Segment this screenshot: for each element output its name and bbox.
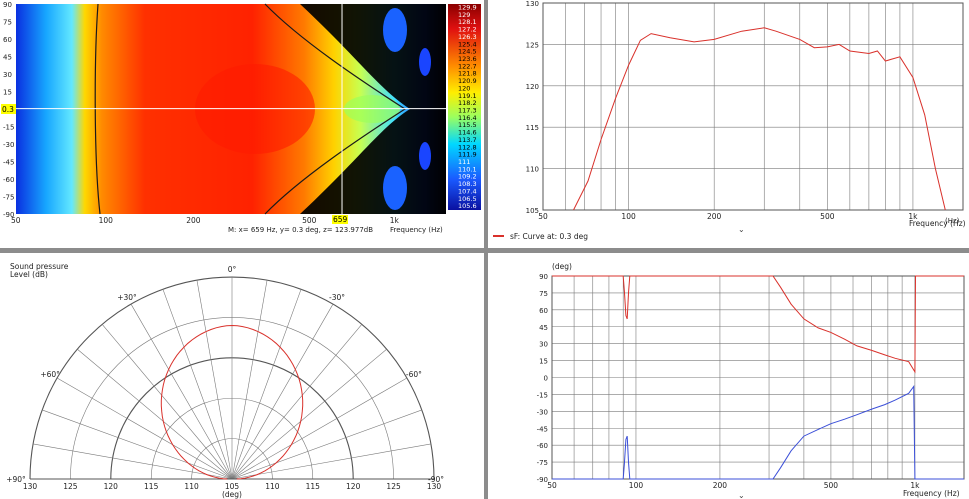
phase-y-tick-1: 75 [539,290,548,298]
polar-radial-label-right-2: 120 [346,482,361,491]
sonogram-y-tick-0: 90 [3,1,12,9]
sonogram-y-tick-7: -15 [3,124,14,132]
polar-radial-label-left-3: 115 [144,482,159,491]
phase-y-tick-5: 15 [539,358,548,366]
sonogram-y-tick-10: -60 [3,176,14,184]
spl-legend-label: sF: Curve at: 0.3 deg [510,232,588,241]
sonogram-plot-area[interactable] [16,3,446,215]
spl-x-tick-2: 200 [707,212,722,221]
sonogram-y-tick-9: -45 [3,159,14,167]
phase-panel: (deg) 90 75 60 45 30 15 0 -15 -30 -45 -60 -75 -90 50… [488,253,969,499]
polar-angle-label-4: -60° [406,370,422,379]
spl-x-tick-3: 500 [820,212,835,221]
sonogram-colorbar-labels: 129.9129128.1127.2126.3125.4124.5123.612… [458,4,477,211]
spl-chart[interactable]: 130125120115110105 50 100 200 500 1k (Hz) Fre… [488,0,969,248]
spl-y-tick-0: 130 [526,0,539,8]
phase-y-tick-10: -60 [537,442,548,450]
polar-chart[interactable]: Sound pressure Level (dB) 0°+30° -30°+60°… [0,253,484,499]
sonogram-x-tick-2: 200 [186,216,201,225]
colorbar-label-27: 105.6 [458,202,477,210]
phase-chart[interactable]: (deg) 9075604530150-15-30-45-60-75-90 50… [488,253,969,499]
polar-angle-label-0: 0° [228,265,237,274]
spl-y-tick-1: 125 [526,41,539,49]
sonogram-x-tick-0: 50 [11,216,21,225]
spl-y-tick-4: 110 [526,166,539,174]
sonogram-y-tick-1: 75 [3,19,12,27]
phase-y-tick-11: -75 [537,459,548,467]
polar-angle-label-1: +30° [117,293,137,302]
polar-radial-label-right-0: 110 [265,482,280,491]
sonogram-x-tick-4: 1k [390,216,400,225]
polar-radial-label-left-0: 130 [23,482,38,491]
spl-x-tick-0: 50 [538,212,548,221]
phase-y-tick-2: 60 [539,307,548,315]
sonogram-y-tick-5: 15 [3,89,12,97]
polar-angle-label-3: +60° [40,370,60,379]
polar-angle-label-2: -30° [329,293,345,302]
phase-x-tick-0: 50 [547,481,557,490]
sonogram-y-tick-11: -75 [3,194,14,202]
phase-y-tick-7: -15 [537,391,548,399]
polar-radial-label-left-4: 110 [184,482,199,491]
sonogram-x-tick-1: 100 [99,216,114,225]
phase-y-tick-8: -30 [537,408,548,416]
phase-y-tick-9: -45 [537,425,548,433]
polar-radial-label-right-4: 130 [427,482,442,491]
sonogram-y-tick-4: 30 [3,71,12,79]
polar-title-line2: Level (dB) [10,270,48,279]
polar-radial-label-left-1: 125 [63,482,78,491]
sonogram-panel: 9075604530150-15-30-45-60-75-90 50100200… [0,0,484,248]
spl-chevron-down-icon[interactable]: ⌄ [738,225,745,234]
sonogram-y-tick-8: -30 [3,141,14,149]
spl-panel: 130 125 120 115 110 105 50 100 200 500 1k (Hz) Fre… [488,0,969,248]
spl-x-axis-label: Frequency (Hz) [909,219,966,228]
polar-radial-label-right-3: 125 [386,482,401,491]
phase-chevron-down-icon[interactable]: ⌄ [738,491,745,499]
polar-radial-label-left-2: 120 [104,482,119,491]
spl-y-tick-5: 105 [526,207,539,215]
sonogram-y-tick-3: 45 [3,54,12,62]
phase-x-tick-1: 100 [629,481,644,490]
phase-x-axis-label: Frequency (Hz) [903,489,960,498]
polar-radial-label-right-1: 115 [306,482,321,491]
phase-y-tick-3: 45 [539,324,548,332]
phase-y-axis-label: (deg) [552,262,572,271]
polar-panel: Sound pressure Level (dB) 0° +30° -30° +60°… [0,253,484,499]
spl-y-tick-3: 115 [526,124,539,132]
phase-x-tick-2: 200 [713,481,728,490]
sonogram-x-axis-label: Frequency (Hz) [390,226,443,234]
spl-y-tick-2: 120 [526,83,539,91]
sonogram-y-tick-2: 60 [3,36,12,44]
sonogram-readout: M: x= 659 Hz, y= 0.3 deg, z= 123.977dB [228,226,373,234]
sonogram-chart[interactable]: 9075604530150-15-30-45-60-75-90 50100200… [0,0,484,248]
sonogram-x-tick-3: 500 [302,216,317,225]
phase-y-tick-6: 0 [544,375,548,383]
phase-y-tick-0: 90 [539,273,548,281]
spl-x-tick-1: 100 [621,212,636,221]
phase-x-tick-3: 500 [824,481,839,490]
phase-y-tick-4: 30 [539,341,548,349]
sonogram-y-cursor-value: 0.3 [2,105,14,114]
sonogram-x-cursor-value: 659 [333,215,348,224]
